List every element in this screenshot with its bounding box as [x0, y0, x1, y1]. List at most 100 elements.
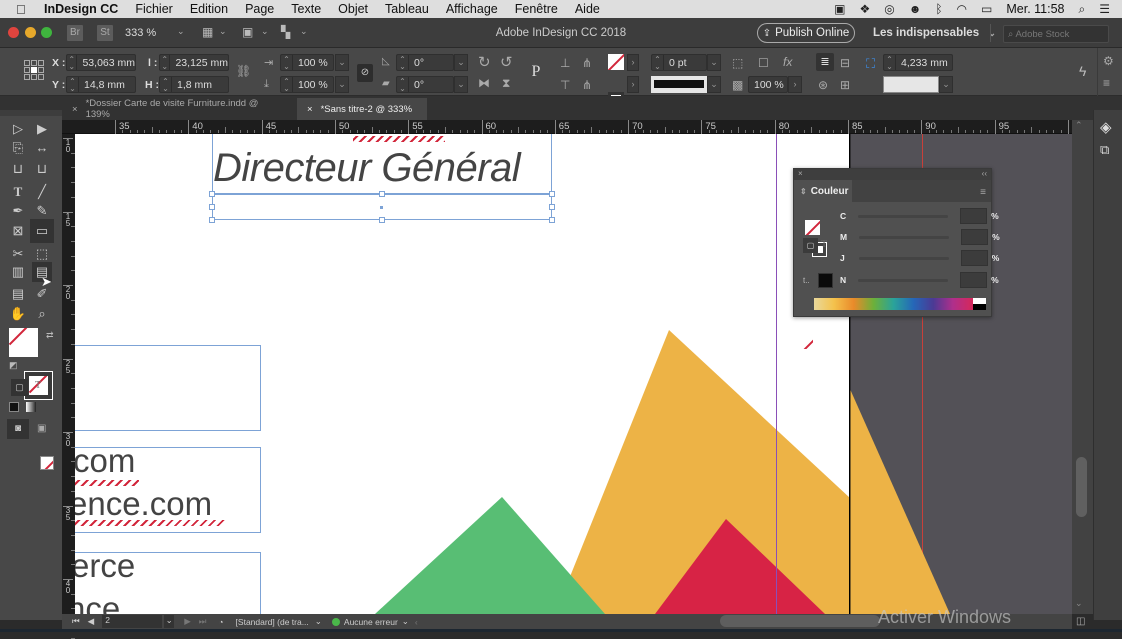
- contact-line-1[interactable]: com: [75, 442, 135, 480]
- magenta-input[interactable]: [961, 229, 989, 245]
- selection-handle[interactable]: [379, 217, 385, 223]
- corner-shape-dropdown[interactable]: ⌄: [939, 76, 953, 93]
- opacity-field[interactable]: 100 %: [748, 76, 788, 93]
- collapse-panel-icon[interactable]: ‹‹: [982, 169, 987, 178]
- tab-sans-titre-2[interactable]: × *Sans titre-2 @ 333%: [297, 98, 427, 120]
- magenta-slider[interactable]: [859, 235, 950, 239]
- vertical-scroll-thumb[interactable]: [1076, 457, 1087, 517]
- empty-text-frame[interactable]: [75, 345, 261, 431]
- panel-menu-icon[interactable]: ≡: [980, 187, 986, 198]
- vertical-ruler[interactable]: 10 15 20 25 30 35 40: [62, 134, 75, 639]
- drop-shadow-icon[interactable]: ☐: [758, 56, 769, 70]
- menu-fenetre[interactable]: Fenêtre: [515, 2, 558, 16]
- stroke-weight-dropdown[interactable]: ⌄: [707, 54, 721, 71]
- arrange-documents-chevron-icon[interactable]: ⌄: [300, 26, 308, 37]
- menu-texte[interactable]: Texte: [291, 2, 321, 16]
- selection-handle[interactable]: [209, 217, 215, 223]
- tools-panel-header[interactable]: [0, 110, 62, 116]
- opacity-menu-arrow[interactable]: ›: [788, 76, 802, 93]
- eyedropper-tool-icon[interactable]: ✐: [32, 284, 52, 304]
- vertical-scrollbar[interactable]: ⌃ ⌄: [1072, 120, 1093, 614]
- panel-fill-swatch[interactable]: [805, 220, 820, 235]
- free-transform-tool-icon[interactable]: ⬚: [32, 244, 52, 264]
- bridge-button[interactable]: Br: [67, 25, 83, 41]
- app-status-icon[interactable]: ☻: [909, 2, 922, 16]
- rotate-clockwise-icon[interactable]: ↻: [478, 53, 491, 71]
- direct-selection-tool-icon[interactable]: ▶: [32, 119, 52, 139]
- gradient-swatch-tool-icon[interactable]: ▥: [8, 262, 28, 282]
- minimize-window-button[interactable]: [25, 27, 36, 38]
- rectangle-frame-tool-icon[interactable]: ⊠: [8, 221, 28, 241]
- spotlight-search-icon[interactable]: ⌕: [1079, 2, 1086, 17]
- last-page-icon[interactable]: ⏭: [199, 616, 207, 627]
- next-page-icon[interactable]: ▶: [184, 616, 191, 627]
- publish-online-button[interactable]: ⇪ Publish Online: [757, 23, 855, 43]
- stroke-swatch-menu-arrow[interactable]: ›: [627, 76, 639, 93]
- menu-fichier[interactable]: Fichier: [135, 2, 173, 16]
- reference-point-p-icon[interactable]: P: [526, 62, 546, 82]
- apply-color-icon[interactable]: [9, 402, 19, 412]
- fill-color-swatch[interactable]: [9, 328, 38, 357]
- stroke-type-select[interactable]: [651, 76, 707, 93]
- panel-formatting-container-icon[interactable]: ▢: [803, 238, 818, 253]
- hand-tool-icon[interactable]: ✋: [8, 304, 28, 324]
- close-tab-icon[interactable]: ×: [72, 104, 78, 115]
- formatting-affects-text-icon[interactable]: T: [35, 380, 41, 391]
- screen-mode-chevron-icon[interactable]: ⌄: [261, 26, 269, 37]
- rotate-counterclockwise-icon[interactable]: ↺: [500, 53, 513, 71]
- layers-panel-icon[interactable]: ◈: [1100, 118, 1112, 136]
- height-field[interactable]: ⌃ ⌄ 1,8 mm: [159, 76, 229, 93]
- stock-button[interactable]: St: [97, 25, 113, 41]
- apply-gradient-icon[interactable]: [26, 402, 36, 412]
- cyan-input[interactable]: [960, 208, 988, 224]
- shear-dropdown[interactable]: ⌄: [454, 76, 468, 93]
- type-tool-icon[interactable]: T: [8, 182, 28, 202]
- selection-handle[interactable]: [379, 191, 385, 197]
- open-in-new-window-icon[interactable]: ◔: [218, 617, 223, 627]
- text-wrap-none-icon[interactable]: ≣: [816, 53, 834, 71]
- selection-tool-icon[interactable]: ▷: [8, 119, 28, 139]
- preview-mode-icon[interactable]: ▣: [37, 423, 46, 434]
- corner-options-icon[interactable]: ⬚: [732, 56, 743, 70]
- apply-none-icon[interactable]: [40, 456, 54, 470]
- notification-center-icon[interactable]: ☰: [1099, 2, 1110, 16]
- scale-x-dropdown[interactable]: ⌄: [335, 54, 349, 71]
- color-ramp-none-swatch[interactable]: [800, 337, 813, 349]
- horizontal-scroll-thumb[interactable]: [720, 615, 880, 627]
- scale-y-dropdown[interactable]: ⌄: [335, 76, 349, 93]
- selection-handle[interactable]: [209, 204, 215, 210]
- stroke-type-dropdown[interactable]: ⌄: [707, 76, 721, 93]
- pen-tool-icon[interactable]: ✒: [8, 201, 28, 221]
- line-tool-icon[interactable]: ╱: [32, 182, 52, 202]
- document-page[interactable]: Directeur Général com ence.com erce nce: [75, 134, 850, 614]
- y-position-field[interactable]: ⌃ ⌄ 14,8 mm: [66, 76, 136, 93]
- creative-cloud-icon[interactable]: ◎: [884, 2, 894, 16]
- split-window-icon[interactable]: ◫: [1076, 616, 1085, 627]
- margin-guide[interactable]: [776, 134, 777, 614]
- scroll-down-arrow-icon[interactable]: ⌄: [1075, 598, 1083, 609]
- pages-panel-icon[interactable]: ⧉: [1100, 142, 1109, 158]
- black-slider[interactable]: [858, 278, 949, 282]
- text-wrap-bounding-box-icon[interactable]: ⊟: [840, 56, 850, 70]
- close-window-button[interactable]: [8, 27, 19, 38]
- select-content-icon[interactable]: ⊤: [560, 78, 570, 92]
- close-tab-icon[interactable]: ×: [307, 104, 313, 115]
- preflight-profile[interactable]: [Standard] (de tra...: [236, 617, 309, 627]
- select-next-object-icon[interactable]: ⋔: [582, 78, 592, 92]
- page-tool-icon[interactable]: ⎘: [8, 138, 28, 158]
- wifi-icon[interactable]: ◠: [957, 2, 967, 16]
- horizontal-ruler[interactable]: 35 40 45 50 55 60 65 70 75 80 85 90 95 1: [62, 120, 1121, 134]
- formatting-affects-container-icon[interactable]: ▢: [11, 379, 28, 396]
- corner-shape-select[interactable]: [883, 76, 939, 93]
- pencil-tool-icon[interactable]: ✎: [32, 201, 52, 221]
- select-previous-object-icon[interactable]: ⋔: [582, 56, 592, 70]
- menu-objet[interactable]: Objet: [338, 2, 368, 16]
- address-line-1[interactable]: erce: [75, 547, 135, 585]
- scale-y-field[interactable]: ⌃ ⌄ 100 %: [280, 76, 334, 93]
- color-panel-tab[interactable]: ⇕ Couleur: [794, 180, 852, 202]
- stroke-weight-field[interactable]: ⌃ ⌄ 0 pt: [651, 54, 707, 71]
- corner-size-field[interactable]: ⌃ ⌄ 4,233 mm: [883, 54, 953, 71]
- menu-edition[interactable]: Edition: [190, 2, 228, 16]
- corner-shape-icon[interactable]: ⛶: [866, 56, 875, 72]
- x-position-field[interactable]: ⌃ ⌄ 53,063 mm: [66, 54, 136, 71]
